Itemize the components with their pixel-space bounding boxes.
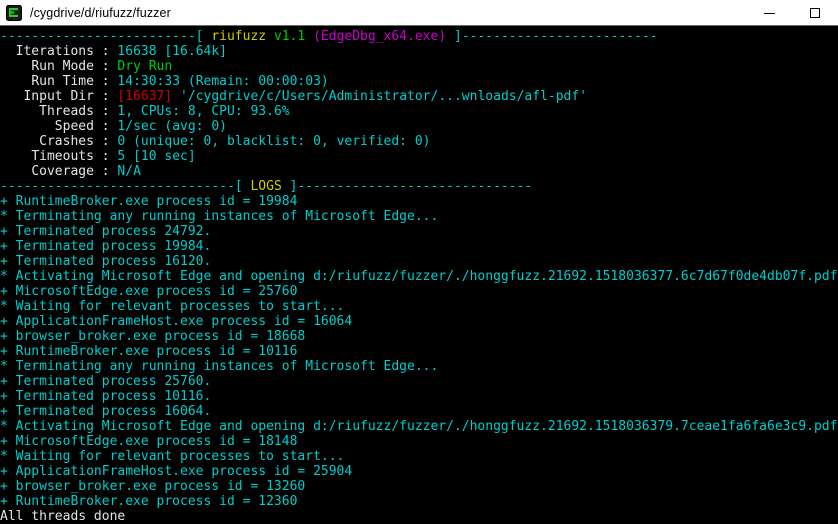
stat-label-padding [0,119,55,134]
stat-row: Crashes : 0 (unique: 0, blacklist: 0, ve… [0,134,838,149]
stat-row: Input Dir : [16637] '/cygdrive/c/Users/A… [0,89,838,104]
stat-value-gap [172,89,180,104]
window-title: /cygdrive/d/riufuzz/fuzzer [30,5,171,20]
log-line: + MicrosoftEdge.exe process id = 25760 [0,284,298,299]
log-line: + RuntimeBroker.exe process id = 19984 [0,194,298,209]
stat-row: Run Time : 14:30:33 (Remain: 00:00:03) [0,74,838,89]
log-line: + Terminated process 16120. [0,254,212,269]
stat-row: Iterations : 16638 [16.64k] [0,44,838,59]
logs-bracket-open: [ [234,179,243,194]
stat-label: Input Dir [23,89,94,104]
stat-label-padding [0,74,31,89]
log-line: + RuntimeBroker.exe process id = 10116 [0,344,298,359]
log-line: * Terminating any running instances of M… [0,359,439,374]
stat-row: Run Mode : Dry Run [0,59,838,74]
log-line: + Terminated process 25760. [0,374,212,389]
window-controls [746,0,838,26]
stat-value: 0 (unique: 0, blacklist: 0, verified: 0) [117,134,431,149]
stat-colon: : [93,164,118,179]
minimize-icon [763,12,775,14]
banner-space-3 [305,29,313,44]
logs-space-2 [282,179,290,194]
stat-value: 14:30:33 (Remain: 00:00:03) [117,74,329,89]
stat-label-padding [0,149,31,164]
stat-label: Run Mode [31,59,94,74]
stat-row: Threads : 1, CPUs: 8, CPU: 93.6% [0,104,838,119]
maximize-button[interactable] [792,0,838,26]
log-line: + browser_broker.exe process id = 18668 [0,329,306,344]
stat-label-padding [0,44,16,59]
stat-label: Run Time [31,74,94,89]
logs-block: + RuntimeBroker.exe process id = 19984 * … [0,194,838,523]
banner-right-dashes: ------------------------- [461,29,658,44]
stat-colon: : [93,74,118,89]
stat-value: Dry Run [117,59,173,74]
log-line: * Waiting for relevant processes to star… [0,449,345,464]
log-line: + browser_broker.exe process id = 13260 [0,479,306,494]
window-title-bar[interactable]: /cygdrive/d/riufuzz/fuzzer [0,0,838,26]
stat-label-padding [0,134,39,149]
stat-colon: : [93,89,118,104]
stat-label: Iterations [15,44,94,59]
banner-space-2 [266,29,274,44]
stat-value-prefix: [16637] [117,89,173,104]
stat-colon: : [93,59,118,74]
logs-left-dashes: ------------------------------ [0,179,235,194]
banner-line: -------------------------[ riufuzz v1.1 … [0,29,838,44]
terminal-output[interactable]: -------------------------[ riufuzz v1.1 … [0,26,838,523]
log-line: + ApplicationFrameHost.exe process id = … [0,464,353,479]
banner-version: v1.1 [273,29,306,44]
logs-title: LOGS [250,179,282,194]
log-line: All threads done [0,509,126,523]
stat-label-padding [0,104,39,119]
log-line: * Activating Microsoft Edge and opening … [0,269,838,284]
banner-bracket-close: ] [453,29,462,44]
stat-label: Crashes [39,134,94,149]
stat-colon: : [93,44,118,59]
minimize-button[interactable] [746,0,792,26]
stat-value: 1, CPUs: 8, CPU: 93.6% [117,104,290,119]
banner-left-dashes: ------------------------- [0,29,196,44]
logs-right-dashes: ------------------------------ [297,179,533,194]
maximize-icon [810,8,820,18]
banner-space-4 [446,29,454,44]
stat-label: Threads [39,104,94,119]
stat-value: 1/sec (avg: 0) [117,119,227,134]
stat-label-padding [0,59,31,74]
log-line: + Terminated process 16064. [0,404,212,419]
log-line: + RuntimeBroker.exe process id = 12360 [0,494,298,509]
stat-value: '/cygdrive/c/Users/Administrator/...wnlo… [180,89,588,104]
stat-label: Speed [54,119,94,134]
stat-value: 16638 [16.64k] [117,44,227,59]
log-line: * Terminating any running instances of M… [0,209,439,224]
stat-label: Timeouts [31,149,94,164]
mintty-terminal-icon [6,4,22,21]
stat-value: 5 [10 sec] [117,149,196,164]
stat-row: Coverage : N/A [0,164,838,179]
log-line: + ApplicationFrameHost.exe process id = … [0,314,353,329]
log-line: + Terminated process 24792. [0,224,212,239]
banner-app-name: riufuzz [211,29,267,44]
log-line: * Activating Microsoft Edge and opening … [0,419,838,434]
banner-bracket-open: [ [195,29,204,44]
stats-block: Iterations : 16638 [16.64k] Run Mode : D… [0,44,838,179]
stat-label: Coverage [31,164,94,179]
stat-colon: : [93,149,118,164]
stat-label-padding [0,89,23,104]
banner-target: (EdgeDbg_x64.exe) [313,29,447,44]
log-line: * Waiting for relevant processes to star… [0,299,345,314]
stat-colon: : [93,134,118,149]
stat-row: Timeouts : 5 [10 sec] [0,149,838,164]
stat-label-padding [0,164,31,179]
log-line: + MicrosoftEdge.exe process id = 18148 [0,434,298,449]
stat-colon: : [93,119,118,134]
stat-value: N/A [117,164,141,179]
log-line: + Terminated process 19984. [0,239,212,254]
logs-separator-line: ------------------------------[ LOGS ]--… [0,179,838,194]
log-line: + Terminated process 10116. [0,389,212,404]
stat-colon: : [93,104,118,119]
stat-row: Speed : 1/sec (avg: 0) [0,119,838,134]
